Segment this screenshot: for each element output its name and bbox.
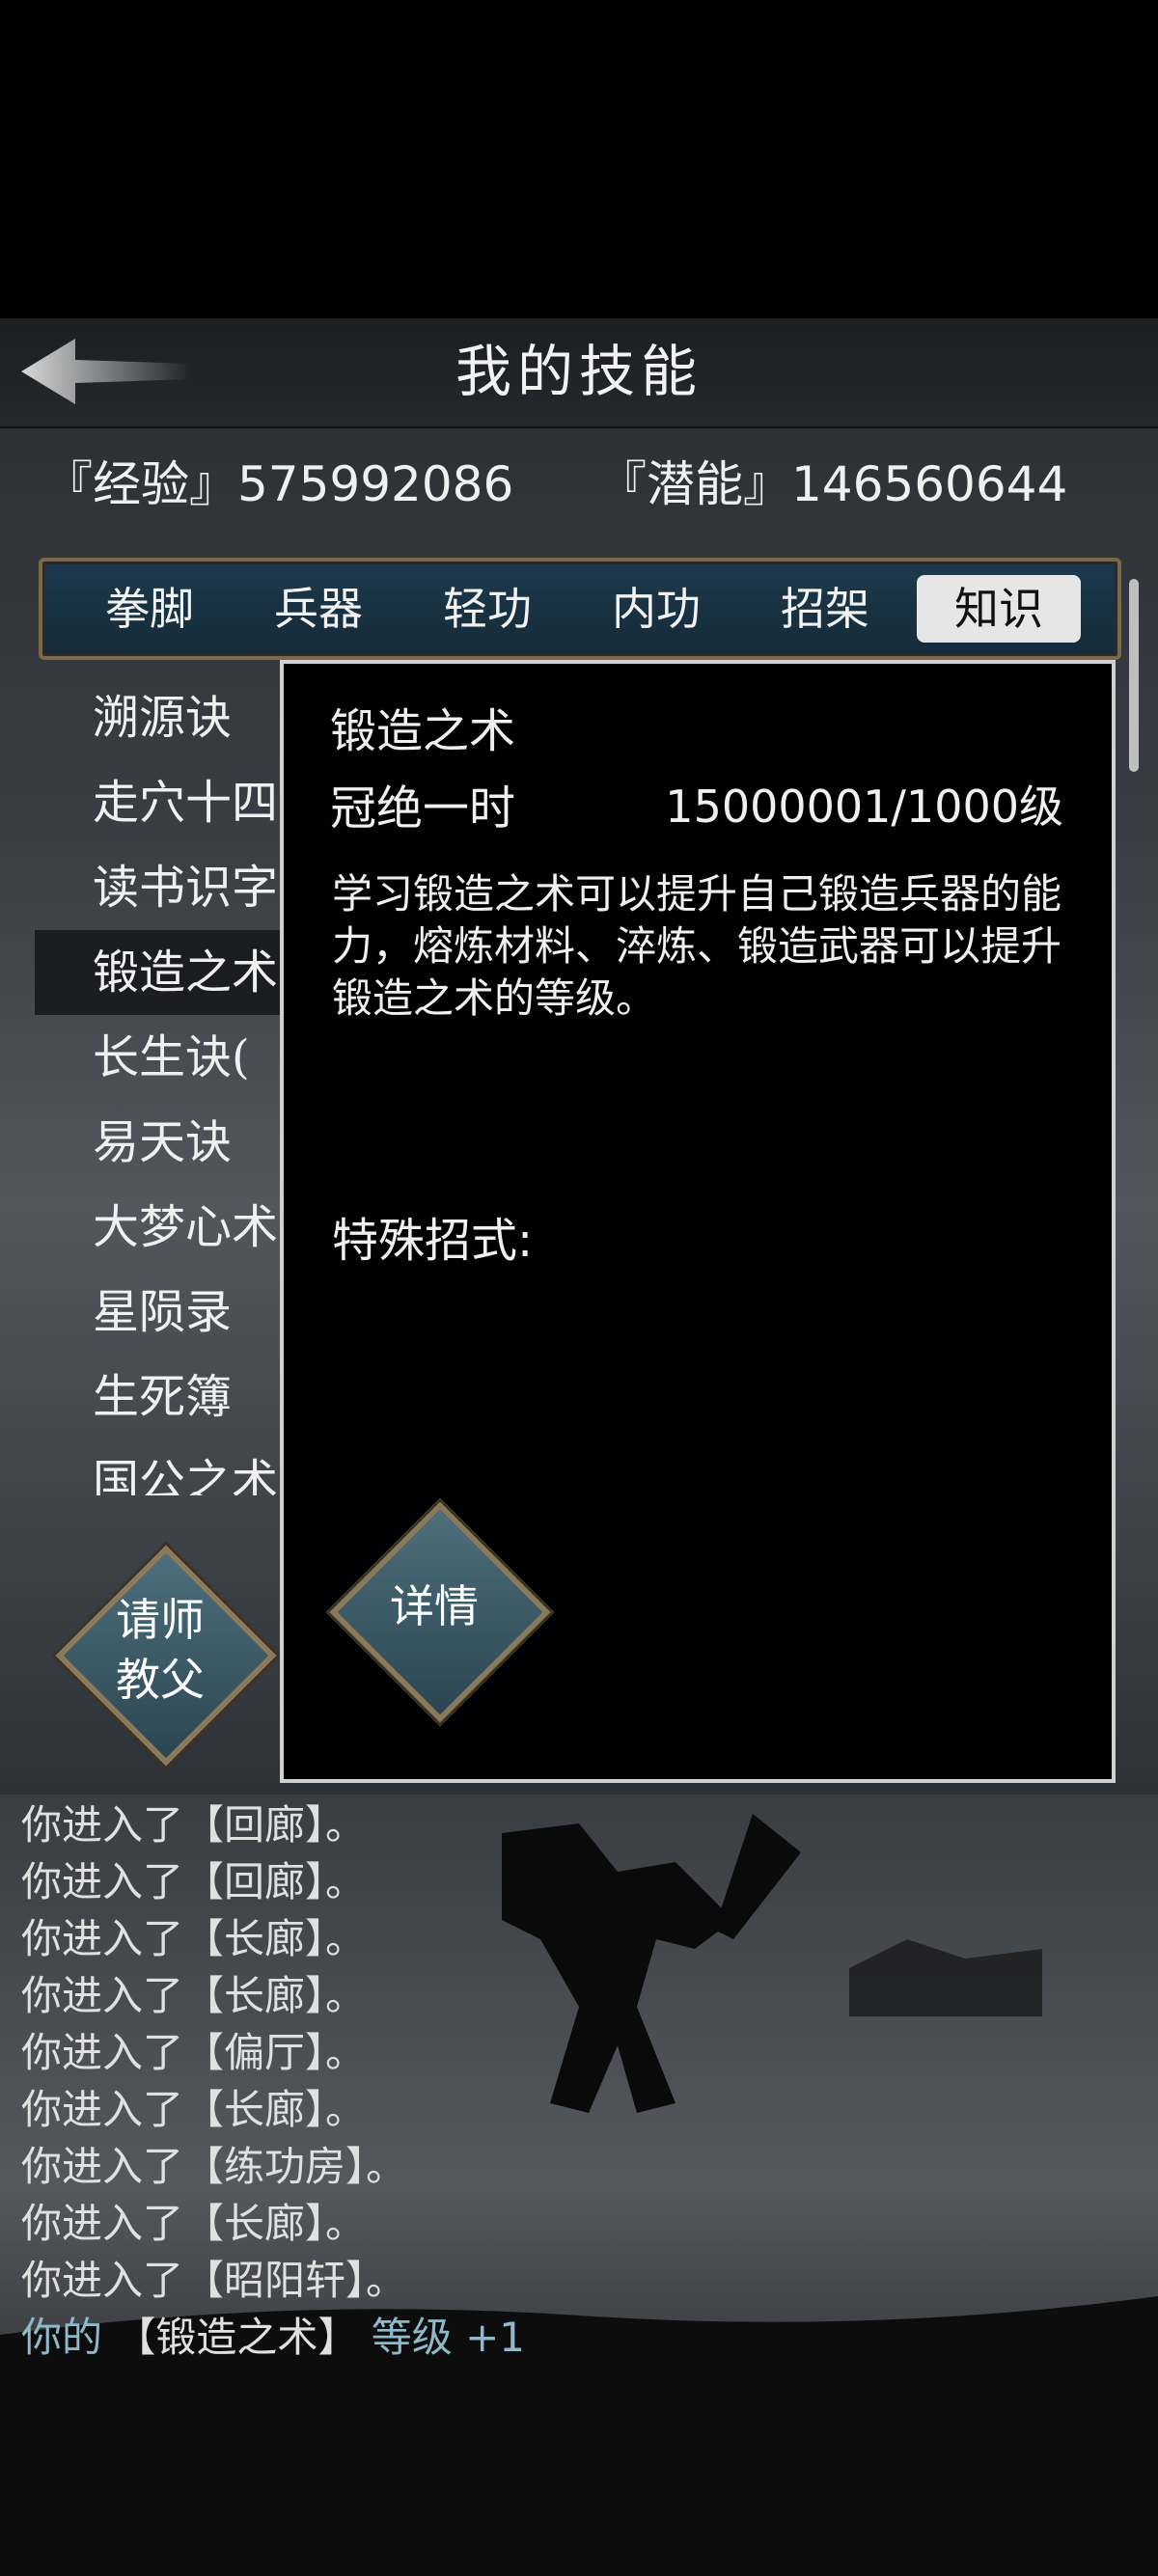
log-line: 你进入了【长廊】。: [21, 2200, 367, 2247]
log-line: 你进入了【昭阳轩】。: [21, 2257, 407, 2304]
popup-skill-description: 学习锻造之术可以提升自己锻造兵器的能力，熔炼材料、淬炼、锻造武器可以提升锻造之术…: [332, 870, 1062, 1022]
popup-skill-title: 锻造之术: [330, 704, 516, 758]
popup-special-moves-label: 特殊招式:: [332, 1214, 534, 1268]
log-line: 你进入了【长廊】。: [21, 2086, 367, 2133]
ask-teacher-label: 请师 教父: [116, 1594, 205, 1706]
log-line: 你进入了【长廊】。: [21, 1972, 367, 2019]
popup-skill-level: 15000001/1000级: [665, 781, 1063, 833]
detail-label: 详情: [390, 1580, 479, 1632]
levelup-skill: 【锻造之术】: [115, 2314, 359, 2361]
ask-teacher-button[interactable]: 请师 教父: [54, 1544, 277, 1767]
page-title: 我的技能: [455, 339, 703, 404]
skill-item[interactable]: 走穴十四: [35, 760, 315, 845]
skill-item[interactable]: 生死簿: [35, 1355, 315, 1439]
skill-item[interactable]: 溯源诀: [35, 675, 315, 760]
skill-item[interactable]: 国公之术: [35, 1439, 315, 1495]
log-line: 你进入了【偏厅】。: [21, 2029, 367, 2076]
skill-list: 溯源诀 走穴十四 读书识字 锻造之术 长生诀( 易天诀 大梦心术 星陨录 生死簿…: [35, 675, 315, 1495]
tab-knowledge[interactable]: 知识: [917, 575, 1081, 643]
top-black-band: [0, 0, 1158, 318]
log-line: 你进入了【练功房】。: [21, 2143, 407, 2190]
popup-skill-rank: 冠绝一时: [330, 781, 516, 836]
skill-item[interactable]: 大梦心术: [35, 1185, 315, 1270]
message-log: 你进入了【回廊】。 你进入了【回廊】。 你进入了【长廊】。 你进入了【长廊】。 …: [21, 1796, 1141, 2366]
log-line: 你进入了【长廊】。: [21, 1915, 367, 1962]
detail-button[interactable]: 详情: [328, 1500, 551, 1723]
tab-inner[interactable]: 内功: [584, 575, 729, 643]
log-line: 你进入了【回廊】。: [21, 1858, 367, 1905]
skill-item[interactable]: 读书识字: [35, 845, 315, 930]
tab-weapon[interactable]: 兵器: [246, 575, 391, 643]
skill-item[interactable]: 易天诀: [35, 1100, 315, 1185]
experience-stat: 『经验』575992086: [44, 456, 514, 512]
levelup-suffix: 等级 +1: [371, 2314, 526, 2361]
potential-stat: 『潜能』146560644: [598, 456, 1068, 512]
tab-parry[interactable]: 招架: [753, 575, 897, 643]
scrollbar[interactable]: [1129, 579, 1139, 772]
stats-row: 『经验』575992086 『潜能』146560644: [0, 446, 1158, 513]
levelup-prefix: 你的: [21, 2314, 103, 2361]
skill-item[interactable]: 长生诀(: [35, 1015, 315, 1100]
log-line: 你进入了【回廊】。: [21, 1801, 367, 1849]
skill-item[interactable]: 星陨录: [35, 1270, 315, 1355]
skill-item-selected[interactable]: 锻造之术: [35, 930, 315, 1015]
log-line-levelup: 你的 【锻造之术】 等级 +1: [21, 2309, 1141, 2366]
tab-fist[interactable]: 拳脚: [77, 575, 222, 643]
tab-lightness[interactable]: 轻功: [415, 575, 560, 643]
